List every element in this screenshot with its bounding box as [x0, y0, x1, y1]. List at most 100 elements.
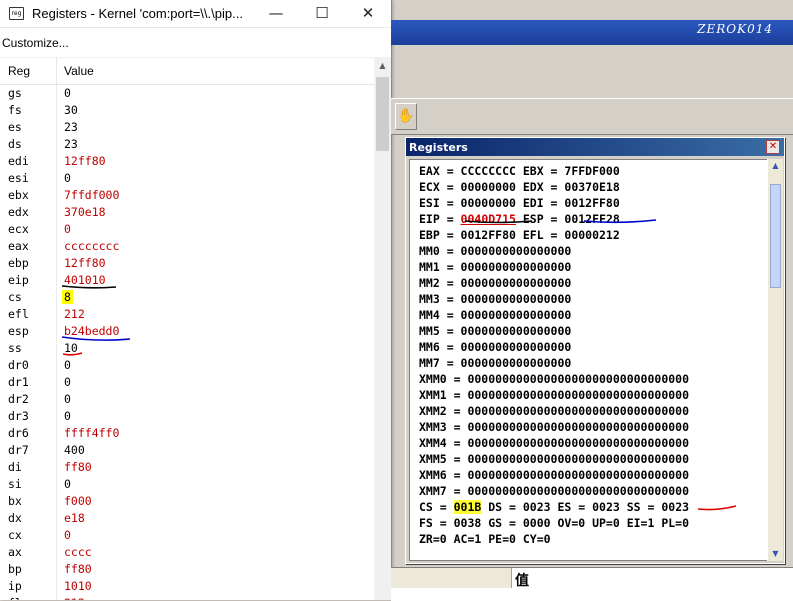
register-value-cell[interactable]: 0 — [57, 476, 73, 493]
register-value-cell[interactable]: 0 — [57, 527, 73, 544]
register-value-cell[interactable]: 8 — [57, 289, 73, 306]
register-value-cell[interactable]: 0 — [57, 374, 73, 391]
register-row[interactable]: dx e18 — [0, 510, 374, 527]
register-value: 0 — [64, 409, 71, 423]
registers-panel-titlebar[interactable]: Registers ✕ — [406, 138, 784, 156]
register-row[interactable]: si 0 — [0, 476, 374, 493]
register-value-cell[interactable]: ff80 — [57, 459, 94, 476]
register-value: 7ffdf000 — [64, 188, 120, 202]
register-name: dr6 — [0, 425, 57, 442]
register-value-cell[interactable]: 1010 — [57, 578, 94, 595]
register-value: cccccccc — [64, 239, 120, 253]
register-row[interactable]: dr1 0 — [0, 374, 374, 391]
register-row[interactable]: dr2 0 — [0, 391, 374, 408]
register-value-cell[interactable]: 212 — [57, 306, 87, 323]
register-value-cell[interactable]: 0 — [57, 357, 73, 374]
registers-panel-scrollbar[interactable]: ▲ ▼ — [767, 159, 783, 561]
scrollbar-thumb[interactable] — [770, 184, 781, 288]
register-value-cell[interactable]: 401010 — [57, 272, 108, 289]
register-value-cell[interactable]: cccc — [57, 544, 94, 561]
register-value-cell[interactable]: 0 — [57, 85, 73, 102]
register-row[interactable]: ip 1010 — [0, 578, 374, 595]
cs-label: CS = — [419, 500, 454, 514]
register-row[interactable]: ecx 0 — [0, 221, 374, 238]
register-value: 12ff80 — [64, 256, 106, 270]
register-row[interactable]: es 23 — [0, 119, 374, 136]
register-name: ax — [0, 544, 57, 561]
column-header-reg[interactable]: Reg — [0, 57, 57, 84]
register-value-cell[interactable]: 370e18 — [57, 204, 108, 221]
register-value-cell[interactable]: 23 — [57, 119, 80, 136]
register-row[interactable]: ds 23 — [0, 136, 374, 153]
register-row[interactable]: efl 212 — [0, 306, 374, 323]
register-value-cell[interactable]: 12ff80 — [57, 255, 108, 272]
registers-panel-body: EAX = CCCCCCCC EBX = 7FFDF000 ECX = 0000… — [409, 159, 768, 561]
maximize-button[interactable]: ☐ — [299, 0, 345, 27]
register-value: 10 — [64, 341, 78, 355]
line-xmm6: XMM6 = 00000000000000000000000000000000 — [419, 468, 690, 482]
register-row[interactable]: bp ff80 — [0, 561, 374, 578]
list-scrollbar[interactable]: ▲ — [374, 57, 391, 600]
register-value-cell[interactable]: 400 — [57, 442, 87, 459]
column-header-value[interactable]: Value — [57, 57, 94, 84]
register-row[interactable]: eax cccccccc — [0, 238, 374, 255]
register-value-cell[interactable]: 0 — [57, 170, 73, 187]
register-row[interactable]: dr0 0 — [0, 357, 374, 374]
register-row[interactable]: cx 0 — [0, 527, 374, 544]
register-value-cell[interactable]: ff80 — [57, 561, 94, 578]
register-row[interactable]: eip 401010 — [0, 272, 374, 289]
background-app-titlebar: ZEROK014 — [391, 20, 793, 45]
register-row[interactable]: ss 10 — [0, 340, 374, 357]
register-value-cell[interactable]: e18 — [57, 510, 87, 527]
register-row[interactable]: fs 30 — [0, 102, 374, 119]
register-value-cell[interactable]: 212 — [57, 595, 87, 600]
ss-value: 0023 — [661, 500, 690, 514]
register-row[interactable]: dr7 400 — [0, 442, 374, 459]
register-row[interactable]: edi 12ff80 — [0, 153, 374, 170]
register-value-cell[interactable]: 7ffdf000 — [57, 187, 121, 204]
register-row[interactable]: bx f000 — [0, 493, 374, 510]
register-row[interactable]: ax cccc — [0, 544, 374, 561]
register-value-cell[interactable]: f000 — [57, 493, 94, 510]
register-row[interactable]: di ff80 — [0, 459, 374, 476]
register-value-cell[interactable]: b24bedd0 — [57, 323, 121, 340]
hand-tool-icon[interactable]: ✋ — [395, 103, 417, 130]
register-value-cell[interactable]: 0 — [57, 221, 73, 238]
register-value-cell[interactable]: 30 — [57, 102, 80, 119]
title-bar[interactable]: reg Registers - Kernel 'com:port=\\.\pip… — [0, 0, 391, 28]
register-value: f000 — [64, 494, 92, 508]
register-row[interactable]: esp b24bedd0 — [0, 323, 374, 340]
register-value-cell[interactable]: 23 — [57, 136, 80, 153]
scroll-down-arrow-icon[interactable]: ▼ — [768, 547, 783, 561]
menu-bar: Customize... — [0, 28, 391, 58]
registers-panel-close-icon[interactable]: ✕ — [766, 140, 780, 154]
register-value: 0 — [64, 86, 71, 100]
register-row[interactable]: ebx 7ffdf000 — [0, 187, 374, 204]
register-row[interactable]: edx 370e18 — [0, 204, 374, 221]
register-value: 212 — [64, 307, 85, 321]
line-mm6: MM6 = 0000000000000000 — [419, 340, 572, 354]
register-value-cell[interactable]: 10 — [57, 340, 80, 357]
register-row[interactable]: esi 0 — [0, 170, 374, 187]
bottom-column-header[interactable] — [391, 568, 512, 588]
scroll-up-arrow-icon[interactable]: ▲ — [768, 159, 783, 173]
register-value-cell[interactable]: cccccccc — [57, 238, 121, 255]
scrollbar-thumb[interactable] — [376, 77, 389, 151]
minimize-button[interactable]: — — [253, 0, 299, 27]
register-value-cell[interactable]: 0 — [57, 391, 73, 408]
register-row[interactable]: gs 0 — [0, 85, 374, 102]
line-mm7: MM7 = 0000000000000000 — [419, 356, 572, 370]
register-value-cell[interactable]: 12ff80 — [57, 153, 108, 170]
register-row[interactable]: dr6 ffff4ff0 — [0, 425, 374, 442]
scroll-up-arrow-icon[interactable]: ▲ — [374, 57, 391, 74]
register-value-cell[interactable]: 0 — [57, 408, 73, 425]
register-row[interactable]: ebp 12ff80 — [0, 255, 374, 272]
register-row[interactable]: cs 8 — [0, 289, 374, 306]
register-value-cell[interactable]: ffff4ff0 — [57, 425, 121, 442]
register-row[interactable]: dr3 0 — [0, 408, 374, 425]
close-button[interactable]: ✕ — [345, 0, 391, 27]
customize-menu-item[interactable]: Customize... — [2, 36, 69, 50]
register-row[interactable]: fl 212 — [0, 595, 374, 600]
register-value: 12ff80 — [64, 154, 106, 168]
register-value: 0 — [64, 375, 71, 389]
